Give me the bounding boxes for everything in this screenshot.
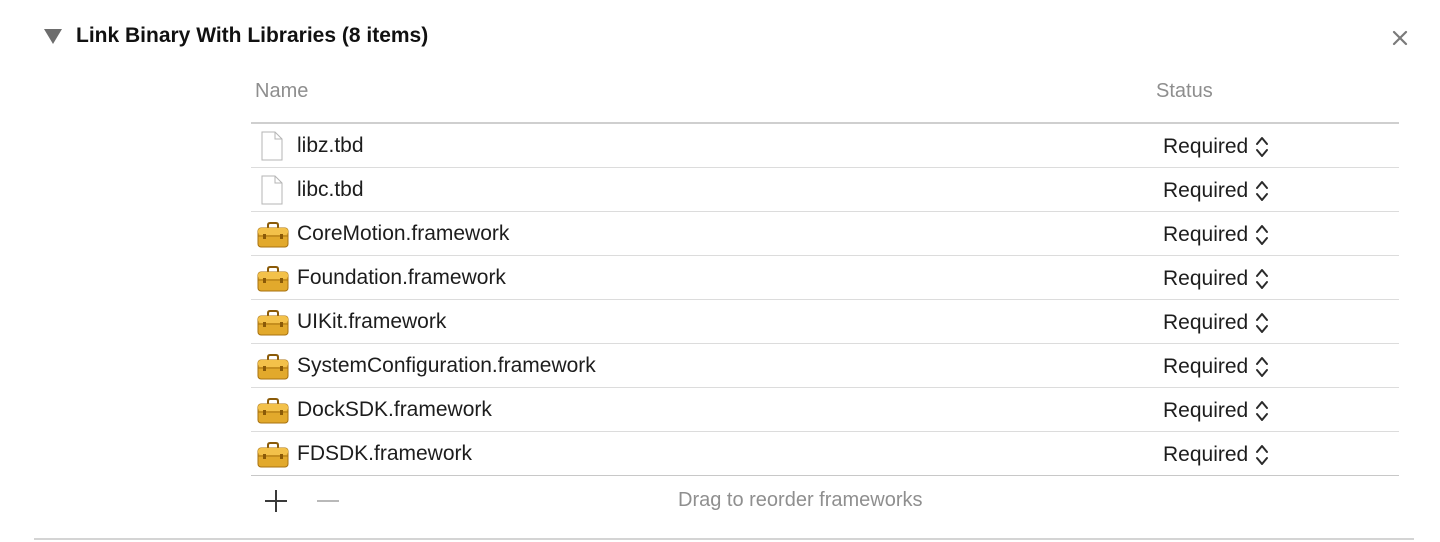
library-name: libc.tbd [297,178,364,201]
toolbox-icon [257,219,289,249]
status-label: Required [1163,179,1249,202]
table-row[interactable]: libz.tbd Required [251,124,1399,168]
document-icon [257,131,289,161]
up-down-chevron-icon [1254,133,1270,161]
plus-icon[interactable] [263,488,289,514]
minus-icon[interactable] [315,488,341,514]
section-title: Link Binary With Libraries (8 items) [76,24,429,47]
build-phase-header: Link Binary With Libraries (8 items) [0,0,1440,76]
libraries-table: libz.tbd Required libc.tbd Required CoreMoti… [251,124,1399,476]
column-header-status[interactable]: Status [1156,80,1213,103]
status-label: Required [1163,135,1249,158]
table-row[interactable]: DockSDK.framework Required [251,388,1399,432]
status-label: Required [1163,399,1249,422]
status-label: Required [1163,223,1249,246]
up-down-chevron-icon [1254,221,1270,249]
table-row[interactable]: FDSDK.framework Required [251,432,1399,476]
document-icon [257,175,289,205]
library-name: Foundation.framework [297,266,506,289]
up-down-chevron-icon [1254,265,1270,293]
toolbox-icon [257,351,289,381]
status-popup-button[interactable]: Required [1163,177,1270,205]
library-name: DockSDK.framework [297,398,492,421]
library-name: FDSDK.framework [297,442,473,465]
table-row[interactable]: SystemConfiguration.framework Required [251,344,1399,388]
close-icon[interactable] [1386,24,1414,52]
table-row[interactable]: UIKit.framework Required [251,300,1399,344]
up-down-chevron-icon [1254,397,1270,425]
toolbox-icon [257,439,289,469]
status-label: Required [1163,267,1249,290]
toolbox-icon [257,263,289,293]
disclosure-triangle-icon[interactable] [44,29,62,44]
drag-hint: Drag to reorder frameworks [678,489,923,511]
table-row[interactable]: CoreMotion.framework Required [251,212,1399,256]
up-down-chevron-icon [1254,177,1270,205]
status-popup-button[interactable]: Required [1163,309,1270,337]
status-popup-button[interactable]: Required [1163,353,1270,381]
status-popup-button[interactable]: Required [1163,441,1270,469]
up-down-chevron-icon [1254,353,1270,381]
status-label: Required [1163,355,1249,378]
library-name: SystemConfiguration.framework [297,354,596,377]
status-popup-button[interactable]: Required [1163,133,1270,161]
toolbox-icon [257,307,289,337]
library-name: libz.tbd [297,134,364,157]
column-header-name[interactable]: Name [255,80,308,103]
toolbox-icon [257,395,289,425]
status-label: Required [1163,443,1249,466]
table-row[interactable]: libc.tbd Required [251,168,1399,212]
status-popup-button[interactable]: Required [1163,265,1270,293]
status-label: Required [1163,311,1249,334]
up-down-chevron-icon [1254,309,1270,337]
up-down-chevron-icon [1254,441,1270,469]
section-divider [34,538,1414,540]
table-row[interactable]: Foundation.framework Required [251,256,1399,300]
library-name: UIKit.framework [297,310,447,333]
status-popup-button[interactable]: Required [1163,221,1270,249]
table-footer: Drag to reorder frameworks [251,478,1399,524]
library-name: CoreMotion.framework [297,222,510,245]
status-popup-button[interactable]: Required [1163,397,1270,425]
